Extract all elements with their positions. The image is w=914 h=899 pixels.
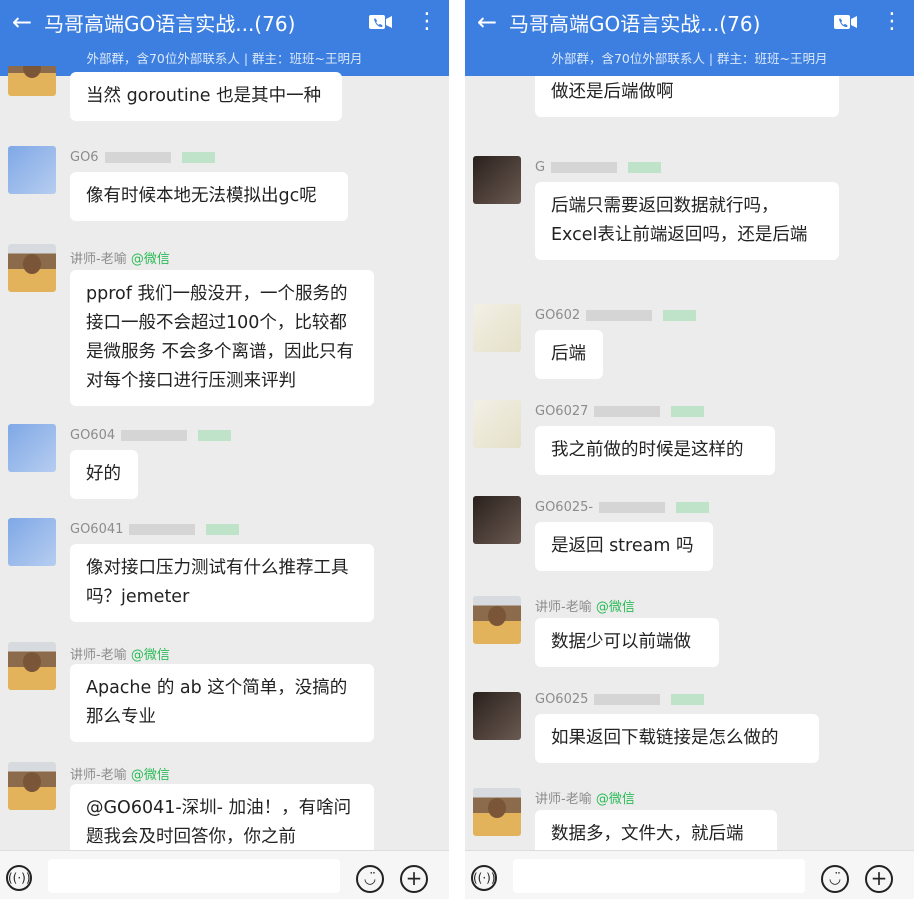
avatar[interactable] (8, 244, 56, 292)
sender-name: GO6025- (535, 500, 710, 515)
top-bar: ← 马哥高端GO语言实战...(76) ⋮ (0, 0, 449, 44)
message-bubble[interactable]: 是返回 stream 吗 (535, 522, 713, 571)
sender-name: GO602 (535, 308, 697, 323)
message-bubble[interactable]: 做还是后端做啊 (535, 76, 839, 117)
message-bubble[interactable]: 当然 goroutine 也是其中一种 (70, 72, 342, 121)
message-list[interactable]: 当然 goroutine 也是其中一种 GO6 像有时候本地无法模拟出gc呢 讲… (0, 66, 449, 851)
avatar[interactable] (473, 400, 521, 448)
voice-icon[interactable]: ((·)) (6, 865, 32, 891)
message-bubble[interactable]: Apache 的 ab 这个简单，没搞的那么专业 (70, 664, 374, 742)
more-vertical-icon[interactable]: ⋮ (405, 0, 449, 44)
message-bubble[interactable]: 我之前做的时候是这样的 (535, 426, 775, 475)
avatar[interactable] (8, 424, 56, 472)
input-bar: ((·)) ◡̈ + (0, 850, 449, 899)
message-bubble[interactable]: 像对接口压力测试有什么推荐工具吗？jemeter (70, 544, 374, 622)
avatar[interactable] (473, 496, 521, 544)
message-bubble[interactable]: 后端 (535, 330, 603, 379)
message-bubble[interactable]: 像有时候本地无法模拟出gc呢 (70, 172, 348, 221)
avatar[interactable] (8, 642, 56, 690)
more-vertical-icon[interactable]: ⋮ (870, 0, 914, 44)
voice-icon[interactable]: ((·)) (471, 865, 497, 891)
input-bar: ((·)) ◡̈ + (465, 850, 914, 899)
message-bubble[interactable]: 数据少可以前端做 (535, 618, 719, 667)
avatar[interactable] (8, 518, 56, 566)
message-bubble[interactable]: pprof 我们一般没开，一个服务的接口一般不会超过100个，比较都是微服务 不… (70, 270, 374, 406)
sender-name: 讲师-老喻 @微信 (70, 768, 170, 783)
sender-name: 讲师-老喻 @微信 (70, 252, 170, 267)
message-bubble[interactable]: 数据多，文件大，就后端 (535, 810, 777, 851)
top-bar: ← 马哥高端GO语言实战...(76) ⋮ (465, 0, 914, 44)
plus-icon[interactable]: + (865, 865, 893, 893)
chat-screen-left: ← 马哥高端GO语言实战...(76) ⋮ 外部群，含70位外部联系人 | 群主… (0, 0, 449, 899)
avatar[interactable] (473, 156, 521, 204)
emoji-icon[interactable]: ◡̈ (821, 865, 849, 893)
avatar[interactable] (473, 692, 521, 740)
plus-icon[interactable]: + (400, 865, 428, 893)
sender-name: GO6025 (535, 692, 705, 707)
avatar[interactable] (473, 304, 521, 352)
sender-name: GO6 (70, 150, 215, 165)
avatar[interactable] (8, 146, 56, 194)
message-input[interactable] (513, 859, 805, 893)
avatar[interactable] (473, 788, 521, 836)
message-bubble[interactable]: @GO6041-深圳- 加油！，有啥问题我会及时回答你，你之前 (70, 784, 374, 851)
sender-name: GO604 (70, 428, 232, 443)
sender-name: GO6041 (70, 522, 240, 537)
avatar[interactable] (8, 762, 56, 810)
message-bubble[interactable]: 好的 (70, 450, 138, 499)
message-list[interactable]: 做还是后端做啊 G 后端只需要返回数据就行吗，Excel表让前端返回吗，还是后端… (465, 76, 914, 851)
avatar[interactable] (8, 66, 56, 96)
message-bubble[interactable]: 后端只需要返回数据就行吗，Excel表让前端返回吗，还是后端 (535, 182, 839, 260)
sender-name: 讲师-老喻 @微信 (535, 792, 635, 807)
message-bubble[interactable]: 如果返回下载链接是怎么做的 (535, 714, 819, 763)
back-arrow-icon[interactable]: ← (0, 0, 44, 44)
sender-name: GO6027 (535, 404, 705, 419)
back-arrow-icon[interactable]: ← (465, 0, 509, 44)
message-input[interactable] (48, 859, 340, 893)
video-call-icon[interactable] (357, 14, 405, 30)
sender-name: 讲师-老喻 @微信 (70, 648, 170, 663)
sender-name: 讲师-老喻 @微信 (535, 600, 635, 615)
video-call-icon[interactable] (822, 14, 870, 30)
group-subtitle: 外部群，含70位外部联系人 | 群主：班班~王明月 (465, 44, 914, 76)
sender-name: G (535, 160, 662, 175)
avatar[interactable] (473, 596, 521, 644)
emoji-icon[interactable]: ◡̈ (356, 865, 384, 893)
chat-title: 马哥高端GO语言实战...(76) (509, 11, 761, 36)
chat-title: 马哥高端GO语言实战...(76) (44, 11, 296, 36)
chat-screen-right: ← 马哥高端GO语言实战...(76) ⋮ 外部群，含70位外部联系人 | 群主… (465, 0, 914, 899)
